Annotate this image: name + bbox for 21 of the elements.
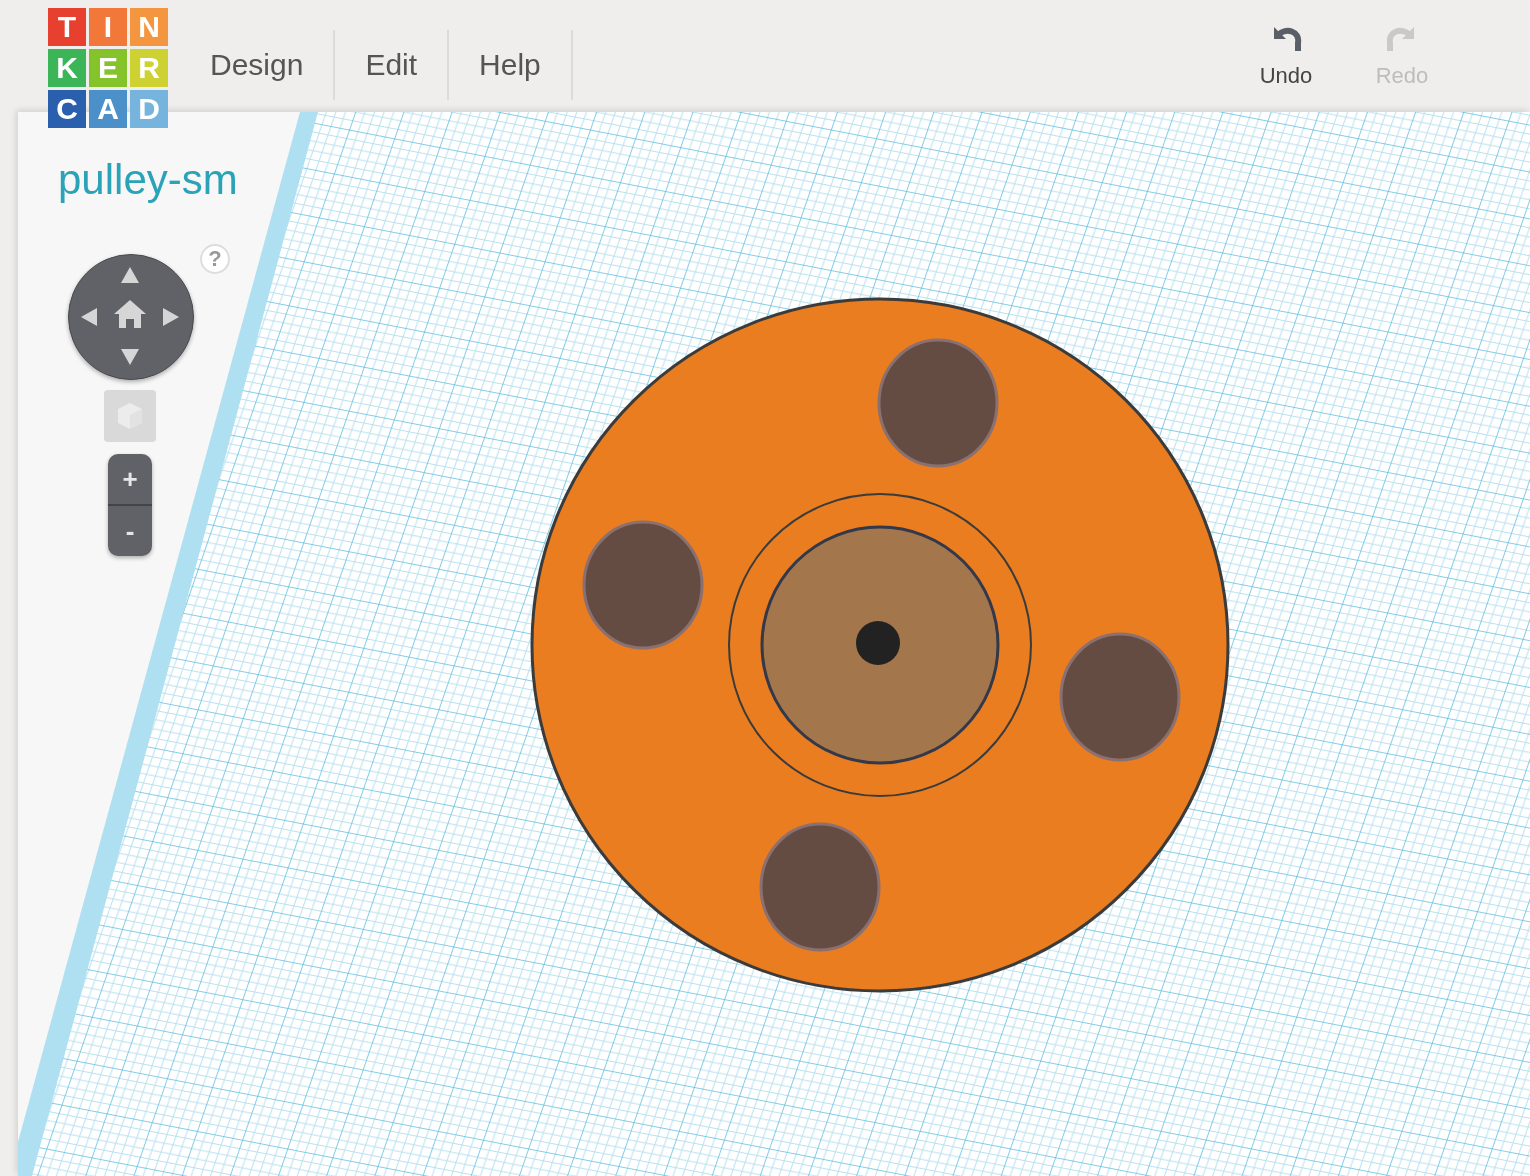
logo-tile: E: [89, 49, 127, 87]
logo-tile: K: [48, 49, 86, 87]
logo-tile: T: [48, 8, 86, 46]
menu-item[interactable]: Help: [449, 30, 573, 100]
right-arrow-icon[interactable]: [163, 308, 179, 326]
logo-tile: C: [48, 90, 86, 128]
logo-tile: D: [130, 90, 168, 128]
logo-tile: N: [130, 8, 168, 46]
logo-tile: A: [89, 90, 127, 128]
up-arrow-icon[interactable]: [121, 267, 139, 283]
zoom-in-button[interactable]: +: [108, 454, 152, 504]
menu-item[interactable]: Design: [180, 30, 336, 100]
menu-item[interactable]: Edit: [335, 30, 450, 100]
home-icon[interactable]: [114, 300, 146, 328]
down-arrow-icon[interactable]: [121, 349, 139, 365]
undo-button[interactable]: Undo: [1248, 23, 1324, 89]
left-arrow-icon[interactable]: [81, 308, 97, 326]
zoom-out-button[interactable]: -: [108, 504, 152, 556]
design-title: pulley-sm: [58, 156, 238, 204]
logo-tile: R: [130, 49, 168, 87]
logo-tile: I: [89, 8, 127, 46]
